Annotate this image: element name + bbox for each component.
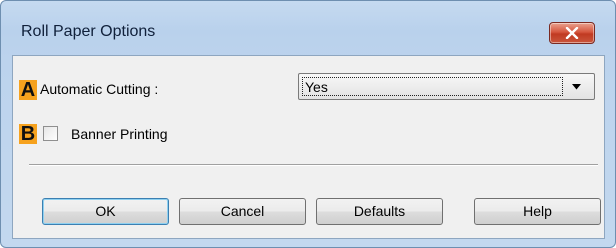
help-button[interactable]: Help — [474, 198, 601, 225]
dialog-body: A Automatic Cutting : Yes B Banner Print… — [12, 55, 605, 239]
chevron-down-icon — [572, 84, 581, 90]
cancel-button[interactable]: Cancel — [179, 198, 306, 225]
automatic-cutting-label: Automatic Cutting : — [40, 81, 159, 97]
badge-a: A — [19, 79, 37, 101]
dialog-window: Roll Paper Options A Automatic Cutting :… — [0, 0, 616, 248]
defaults-button[interactable]: Defaults — [316, 198, 443, 225]
dialog-title: Roll Paper Options — [21, 23, 156, 40]
badge-b: B — [19, 123, 37, 145]
close-icon — [565, 27, 579, 39]
banner-printing-checkbox[interactable] — [43, 126, 58, 141]
automatic-cutting-select[interactable]: Yes — [298, 73, 595, 100]
ok-button[interactable]: OK — [42, 198, 169, 225]
banner-printing-label[interactable]: Banner Printing — [71, 126, 168, 142]
divider — [29, 164, 598, 166]
close-button[interactable] — [549, 22, 595, 44]
automatic-cutting-value: Yes — [302, 77, 563, 96]
